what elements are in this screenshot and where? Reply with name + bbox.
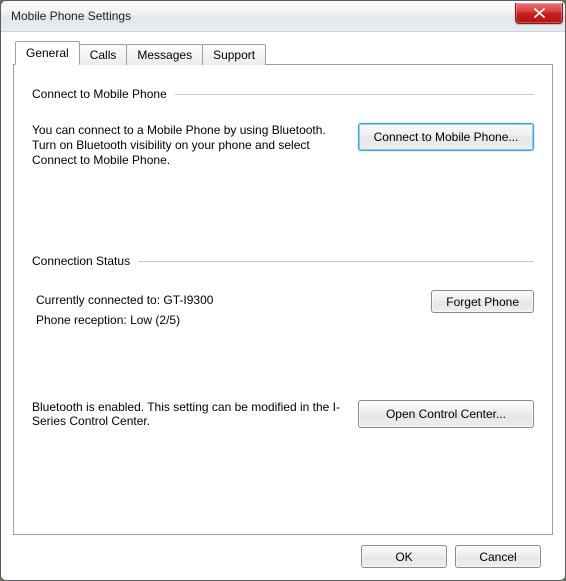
connected-device-label: Currently connected to: GT-I9300 xyxy=(36,290,419,310)
connect-heading-label: Connect to Mobile Phone xyxy=(32,87,175,101)
forget-phone-button[interactable]: Forget Phone xyxy=(431,290,534,313)
dialog-button-row: OK Cancel xyxy=(13,535,553,568)
tab-strip: General Calls Messages Support xyxy=(13,42,553,64)
window-title: Mobile Phone Settings xyxy=(11,9,131,23)
cancel-button[interactable]: Cancel xyxy=(455,545,541,568)
connect-heading: Connect to Mobile Phone xyxy=(32,87,534,101)
bluetooth-row: Bluetooth is enabled. This setting can b… xyxy=(32,400,534,428)
tab-support[interactable]: Support xyxy=(202,44,266,65)
connect-mobile-button[interactable]: Connect to Mobile Phone... xyxy=(358,123,534,151)
status-heading: Connection Status xyxy=(32,254,534,268)
connect-description: You can connect to a Mobile Phone by usi… xyxy=(32,123,358,168)
connect-group: Connect to Mobile Phone You can connect … xyxy=(32,87,534,168)
status-heading-label: Connection Status xyxy=(32,254,138,268)
status-group: Connection Status Currently connected to… xyxy=(32,254,534,330)
dialog-content: General Calls Messages Support Connect t… xyxy=(1,32,565,580)
tab-calls[interactable]: Calls xyxy=(79,44,128,65)
divider xyxy=(175,94,534,95)
phone-reception-label: Phone reception: Low (2/5) xyxy=(36,310,419,330)
ok-button[interactable]: OK xyxy=(361,545,447,568)
open-control-center-button[interactable]: Open Control Center... xyxy=(358,400,534,428)
divider xyxy=(138,261,534,262)
tab-panel-general: Connect to Mobile Phone You can connect … xyxy=(13,64,553,535)
settings-dialog: Mobile Phone Settings General Calls Mess… xyxy=(0,0,566,581)
close-icon xyxy=(534,8,545,18)
bluetooth-description: Bluetooth is enabled. This setting can b… xyxy=(32,400,358,428)
title-bar: Mobile Phone Settings xyxy=(1,1,565,32)
window-buttons xyxy=(515,8,563,24)
tab-messages[interactable]: Messages xyxy=(126,44,203,65)
close-button[interactable] xyxy=(515,3,563,24)
tab-general[interactable]: General xyxy=(15,41,80,65)
